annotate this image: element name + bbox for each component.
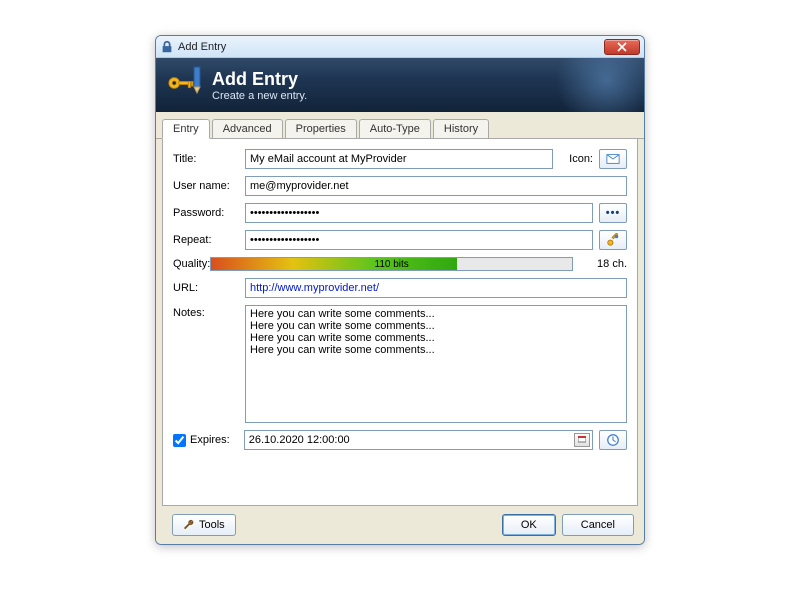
quality-label: Quality: (173, 258, 210, 270)
key-gen-icon (606, 233, 620, 247)
dots-icon: ••• (606, 207, 621, 219)
calendar-dropdown-icon[interactable] (574, 433, 590, 447)
expires-datetime[interactable]: 26.10.2020 12:00:00 (244, 430, 593, 450)
quality-bar: 110 bits (210, 257, 573, 271)
title-label: Title: (173, 153, 245, 165)
tab-autotype[interactable]: Auto-Type (359, 119, 431, 138)
expires-preset-button[interactable] (599, 430, 627, 450)
icon-label: Icon: (559, 153, 593, 165)
wrench-icon (183, 519, 195, 531)
repeat-input[interactable] (245, 230, 593, 250)
envelope-icon (606, 153, 620, 165)
password-input[interactable] (245, 203, 593, 223)
username-input[interactable] (245, 176, 627, 196)
add-entry-dialog: Add Entry Add Entry Create a new entry. … (155, 35, 645, 545)
show-password-button[interactable]: ••• (599, 203, 627, 223)
window-title: Add Entry (178, 41, 226, 53)
close-button[interactable] (604, 39, 640, 55)
cancel-button[interactable]: Cancel (562, 514, 634, 536)
tab-history[interactable]: History (433, 119, 489, 138)
banner-subtitle: Create a new entry. (212, 90, 307, 102)
password-label: Password: (173, 207, 245, 219)
clock-icon (606, 433, 620, 447)
expires-value: 26.10.2020 12:00:00 (249, 434, 350, 446)
url-label: URL: (173, 282, 245, 294)
key-pencil-icon (168, 67, 204, 103)
tab-entry[interactable]: Entry (162, 119, 210, 139)
banner-heading: Add Entry (212, 69, 307, 90)
tab-row: Entry Advanced Properties Auto-Type Hist… (156, 112, 644, 139)
expires-checkbox[interactable] (173, 434, 186, 447)
notes-label: Notes: (173, 305, 245, 423)
generate-password-button[interactable] (599, 230, 627, 250)
quality-text: 110 bits (211, 258, 572, 270)
tools-button[interactable]: Tools (172, 514, 236, 536)
tab-properties[interactable]: Properties (285, 119, 357, 138)
repeat-label: Repeat: (173, 234, 245, 246)
lock-icon (160, 40, 174, 54)
notes-textarea[interactable] (245, 305, 627, 423)
tab-advanced[interactable]: Advanced (212, 119, 283, 138)
tab-panel-entry: Title: Icon: User name: Password: ••• Re… (162, 139, 638, 506)
ok-button[interactable]: OK (502, 514, 556, 536)
expires-label: Expires: (190, 434, 230, 446)
char-count: 18 ch. (579, 258, 627, 270)
header-banner: Add Entry Create a new entry. (156, 58, 644, 112)
dialog-footer: Tools OK Cancel (156, 506, 644, 544)
icon-picker-button[interactable] (599, 149, 627, 169)
tools-label: Tools (199, 519, 225, 531)
title-input[interactable] (245, 149, 553, 169)
url-input[interactable] (245, 278, 627, 298)
username-label: User name: (173, 180, 245, 192)
titlebar: Add Entry (156, 36, 644, 58)
